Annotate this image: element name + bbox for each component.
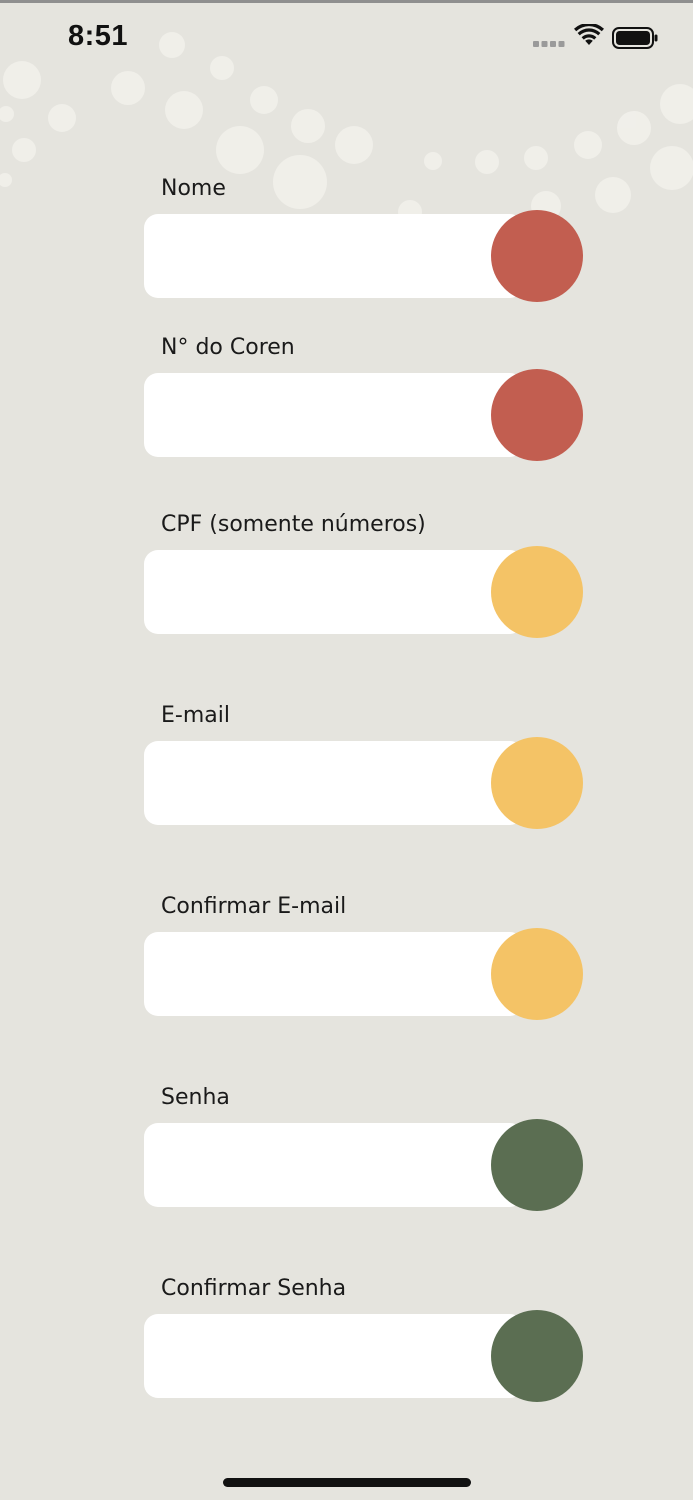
battery-icon [612,27,658,49]
input-nome-container[interactable] [144,214,524,298]
input-email[interactable] [144,741,524,825]
status-indicator-coren [491,369,583,461]
wifi-icon [574,24,604,45]
label-password: Senha [161,1085,230,1110]
label-coren: N° do Coren [161,335,295,360]
input-cpf-container[interactable] [144,550,524,634]
status-time: 8:51 [68,20,129,52]
label-confirm-email: Confirmar E-mail [161,894,347,919]
status-indicator-cpf [491,546,583,638]
label-nome: Nome [161,176,226,201]
input-confirm-password[interactable] [144,1314,524,1398]
input-confirm-email[interactable] [144,932,524,1016]
input-coren[interactable] [144,373,524,457]
status-indicator-password [491,1119,583,1211]
input-coren-container[interactable] [144,373,524,457]
input-cpf[interactable] [144,550,524,634]
label-confirm-password: Confirmar Senha [161,1276,347,1301]
status-indicator-email [491,737,583,829]
status-indicator-nome [491,210,583,302]
status-indicator-confirm-password [491,1310,583,1402]
cellular-signal-icon [533,41,565,47]
input-password-container[interactable] [144,1123,524,1207]
input-confirm-email-container[interactable] [144,932,524,1016]
home-indicator[interactable] [223,1478,471,1487]
input-password[interactable] [144,1123,524,1207]
status-indicator-confirm-email [491,928,583,1020]
input-confirm-password-container[interactable] [144,1314,524,1398]
input-nome[interactable] [144,214,524,298]
status-bar: 8:51 [0,0,693,80]
label-cpf: CPF (somente números) [161,512,426,537]
label-email: E-mail [161,703,230,728]
input-email-container[interactable] [144,741,524,825]
